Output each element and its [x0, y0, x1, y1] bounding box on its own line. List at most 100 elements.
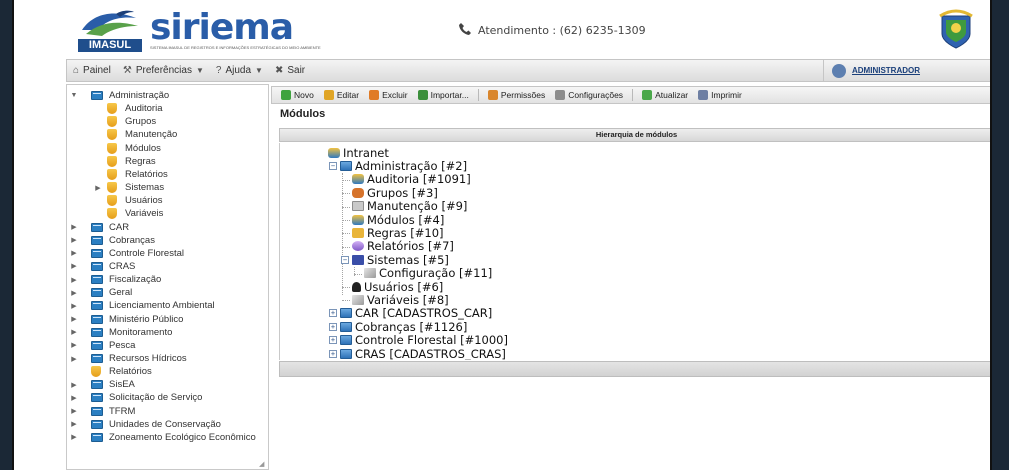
tree-node[interactable]: Variáveis [#8] — [352, 293, 449, 307]
tree-node[interactable]: Manutenção [#9] — [352, 199, 467, 213]
scrollbar-thumb[interactable] — [990, 154, 992, 244]
refresh-button[interactable]: Atualizar — [637, 87, 693, 103]
sidebar-item-label: Sistemas — [125, 182, 165, 194]
sidebar-item[interactable]: ▶ CRAS — [71, 260, 135, 273]
new-button[interactable]: Novo — [276, 87, 319, 103]
sidebar-item[interactable]: ▶ Unidades de Conservação — [71, 418, 221, 431]
sidebar-item[interactable]: ▶ Zoneamento Ecológico Econômico — [71, 431, 256, 444]
delete-icon — [369, 90, 380, 100]
sidebar-item[interactable]: ▶ Fiscalização — [71, 273, 161, 286]
chevron-right-icon[interactable]: ▶ — [69, 407, 79, 415]
chevron-right-icon[interactable]: ▶ — [69, 433, 79, 441]
chevron-down-icon[interactable]: ▼ — [69, 92, 79, 99]
resize-handle-icon[interactable]: ◢ — [259, 460, 267, 468]
chevron-right-icon[interactable]: ▶ — [69, 262, 79, 270]
edit-button[interactable]: Editar — [319, 87, 364, 103]
chevron-right-icon[interactable]: ▶ — [69, 223, 79, 231]
expand-icon[interactable]: + — [329, 349, 337, 358]
sidebar-item[interactable]: ▶ Controle Florestal — [71, 247, 184, 260]
sidebar-item[interactable]: Relatórios — [91, 365, 152, 378]
chevron-right-icon[interactable]: ▶ — [69, 394, 79, 402]
chevron-right-icon[interactable]: ▶ — [69, 420, 79, 428]
sidebar-item[interactable]: ▶ Monitoramento — [71, 326, 172, 339]
sidebar-item[interactable]: ▶ Cobranças — [71, 234, 155, 247]
sidebar-item[interactable]: ▶ SisEA — [71, 378, 135, 391]
toolbar-divider — [632, 89, 634, 101]
chevron-right-icon[interactable]: ▶ — [69, 328, 79, 336]
sidebar-item[interactable]: Usuários — [107, 194, 163, 207]
folder-icon — [91, 235, 103, 245]
menu-painel[interactable]: ⌂ Painel — [67, 60, 117, 81]
chevron-right-icon[interactable]: ▶ — [69, 302, 79, 310]
sidebar-item[interactable]: ▶ Licenciamento Ambiental — [71, 299, 214, 312]
sidebar-item[interactable]: ▶ Solicitação de Serviço — [71, 391, 202, 404]
scroll-up-icon[interactable]: ▲ — [989, 143, 990, 149]
app-brand-subtitle: SISTEMA IMASUL DE REGISTROS E INFORMAÇÕE… — [150, 44, 321, 50]
new-icon — [281, 90, 291, 100]
tree-node[interactable]: Grupos [#3] — [352, 186, 438, 200]
import-button[interactable]: Importar... — [413, 87, 474, 103]
sidebar-item[interactable]: Auditoria — [107, 102, 163, 115]
chevron-right-icon[interactable]: ▶ — [93, 184, 103, 192]
chevron-right-icon[interactable]: ▶ — [69, 381, 79, 389]
user-name[interactable]: ADMINISTRADOR — [852, 66, 920, 75]
module-icon — [352, 214, 364, 225]
menu-ajuda[interactable]: ? Ajuda ▼ — [210, 60, 269, 81]
sidebar-item-label: Administração — [109, 90, 170, 101]
menu-sair[interactable]: ✖ Sair — [269, 60, 311, 81]
chevron-right-icon[interactable]: ▶ — [69, 249, 79, 257]
user-menu[interactable]: ADMINISTRADOR — [823, 60, 990, 81]
settings-button[interactable]: Configurações — [550, 87, 628, 103]
collapse-icon[interactable]: − — [329, 161, 337, 170]
tree-node[interactable]: Regras [#10] — [352, 226, 444, 240]
menu-preferencias[interactable]: ⚒ Preferências ▼ — [117, 60, 210, 81]
delete-button[interactable]: Excluir — [364, 87, 413, 103]
sidebar-item[interactable]: Manutenção — [107, 128, 177, 141]
tree-node[interactable]: + Cobranças [#1126] — [329, 320, 467, 334]
sidebar-item[interactable]: ▼ Administração — [71, 89, 170, 102]
edit-icon — [323, 90, 334, 100]
chevron-right-icon[interactable]: ▶ — [69, 341, 79, 349]
tree-node[interactable]: + CAR [CADASTROS_CAR] — [329, 306, 492, 320]
tree-node[interactable]: − Sistemas [#5] — [341, 253, 449, 267]
sidebar-item[interactable]: ▶ Sistemas — [95, 181, 165, 194]
collapse-icon[interactable]: − — [341, 255, 349, 264]
chevron-right-icon[interactable]: ▶ — [69, 236, 79, 244]
tree-scrollbar[interactable]: ▲ ▼ — [989, 143, 992, 360]
chevron-right-icon[interactable]: ▶ — [69, 289, 79, 297]
permissions-button[interactable]: Permissões — [483, 87, 550, 103]
expand-icon[interactable]: + — [329, 336, 337, 345]
sidebar-item[interactable]: Regras — [107, 155, 156, 168]
sidebar-item[interactable]: ▶ Recursos Hídricos — [71, 352, 186, 365]
tree-node[interactable]: Configuração [#11] — [364, 266, 492, 280]
chevron-right-icon[interactable]: ▶ — [69, 315, 79, 323]
tree-node[interactable]: Auditoria [#1091] — [352, 172, 471, 186]
tree-node[interactable]: + Controle Florestal [#1000] — [329, 333, 508, 347]
system-icon — [352, 254, 364, 265]
sidebar-item[interactable]: Módulos — [107, 142, 161, 155]
print-button[interactable]: Imprimir — [693, 87, 747, 103]
tree-connector — [342, 179, 350, 181]
module-icon — [328, 147, 340, 158]
tree-node[interactable]: − Administração [#2] — [329, 159, 467, 173]
sidebar-item[interactable]: ▶ Geral — [71, 286, 132, 299]
tree-node[interactable]: Intranet — [328, 146, 389, 160]
expand-icon[interactable]: + — [329, 322, 337, 331]
sidebar-item[interactable]: Relatórios — [107, 168, 168, 181]
tree-node[interactable]: Relatórios [#7] — [352, 239, 454, 253]
sidebar-item[interactable]: ▶ Ministério Público — [71, 313, 183, 326]
tree-node[interactable]: Usuários [#6] — [352, 280, 443, 294]
tree-node[interactable]: + CRAS [CADASTROS_CRAS] — [329, 347, 506, 360]
expand-icon[interactable]: + — [329, 309, 337, 318]
scroll-down-icon[interactable]: ▼ — [989, 354, 990, 360]
shield-icon — [107, 168, 117, 180]
sidebar-item[interactable]: ▶ TFRM — [71, 405, 135, 418]
sidebar-item[interactable]: ▶ Pesca — [71, 339, 135, 352]
tree-node[interactable]: Módulos [#4] — [352, 213, 444, 227]
menu-painel-label: Painel — [83, 65, 111, 76]
sidebar-item[interactable]: Variáveis — [107, 207, 163, 220]
sidebar-item[interactable]: Grupos — [107, 115, 156, 128]
sidebar-item[interactable]: ▶ CAR — [71, 221, 129, 234]
chevron-right-icon[interactable]: ▶ — [69, 355, 79, 363]
chevron-right-icon[interactable]: ▶ — [69, 276, 79, 284]
